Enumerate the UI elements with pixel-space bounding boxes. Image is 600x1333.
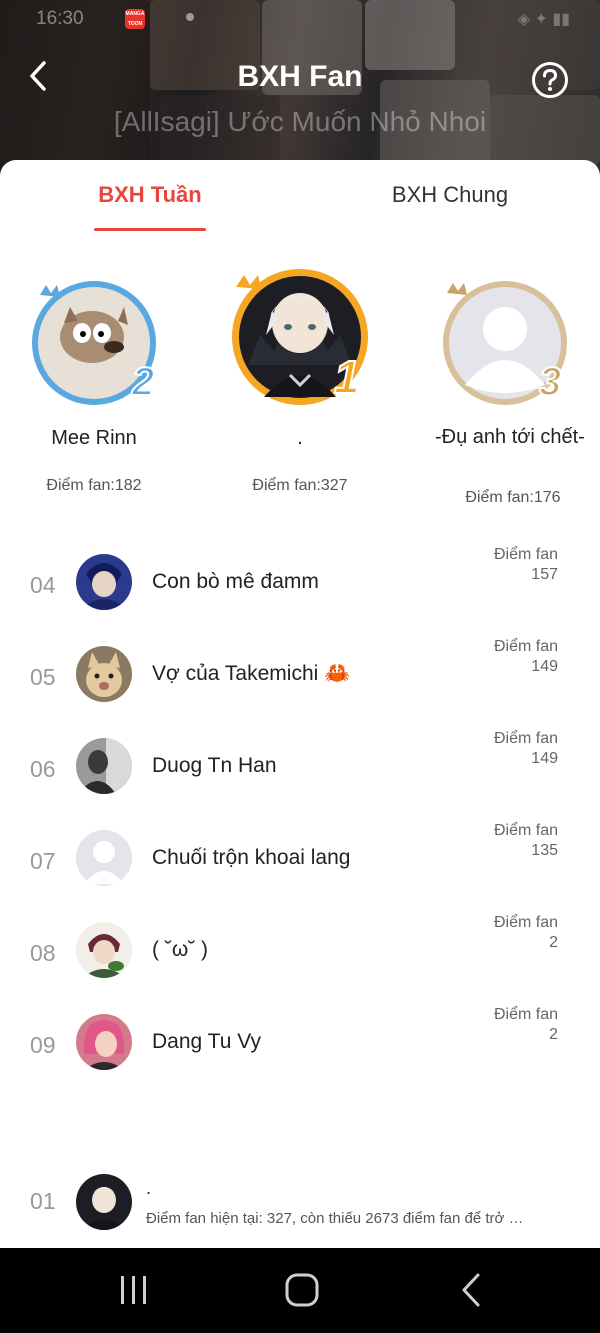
rank-number: 08	[30, 940, 56, 966]
podium-score: Điểm fan:182	[46, 477, 142, 494]
rank-number: 09	[30, 1032, 56, 1058]
row-score-label: Điểm fan	[493, 1006, 558, 1023]
my-rank-bar[interactable]: 01 . Điểm fan hiện tại: 327, còn thiếu 2…	[0, 1160, 600, 1248]
mangatoon-app-icon: MANGA TOON	[125, 9, 145, 29]
question-mark-icon	[532, 62, 568, 98]
podium-avatar: 2	[32, 281, 156, 405]
podium-second[interactable]: 2 Mee Rinn Điểm fan:182	[0, 265, 194, 525]
podium-third[interactable]: 3 -Đụ anh tới chết- Điểm fan:176	[405, 265, 600, 525]
my-username: .	[146, 1178, 152, 1198]
row-score-value: 157	[531, 566, 558, 583]
my-rank-number: 01	[30, 1188, 56, 1214]
row-score-label: Điểm fan	[493, 822, 558, 839]
row-score-label: Điểm fan	[493, 638, 558, 655]
cat-avatar-icon	[76, 646, 132, 702]
row-username: ( ˘ω˘ )	[152, 938, 209, 961]
default-avatar-icon	[76, 830, 132, 886]
tab-overall[interactable]: BXH Chung	[390, 182, 510, 208]
anime-avatar-icon	[76, 554, 132, 610]
rank-3-badge: 3	[539, 360, 561, 404]
podium-avatar: 1	[232, 269, 368, 405]
anime-avatar-icon	[76, 922, 132, 978]
system-navigation-bar	[0, 1248, 600, 1333]
rank-1-badge: 1	[334, 351, 360, 403]
recents-icon	[121, 1276, 146, 1304]
podium-score: Điểm fan:176	[465, 489, 561, 506]
photo-avatar-icon	[76, 738, 132, 794]
rank-number: 07	[30, 848, 56, 874]
list-item[interactable]: 08 ( ˘ω˘ ) Điểm fan 2	[0, 914, 600, 992]
row-username: Duog Tn Han	[152, 754, 277, 777]
row-score-value: 149	[531, 658, 558, 675]
podium-avatar: 3	[443, 281, 567, 405]
row-score-value: 2	[549, 934, 558, 951]
home-button[interactable]	[282, 1272, 322, 1308]
status-bar: 16:30 MANGA TOON ◈ ✦ ▮▮	[0, 0, 600, 36]
system-back-button[interactable]	[452, 1272, 492, 1308]
row-score-label: Điểm fan	[493, 730, 558, 747]
status-time: 16:30	[36, 8, 84, 29]
podium-name: Mee Rinn	[51, 427, 137, 449]
rank-number: 05	[30, 664, 56, 690]
photo-avatar-icon	[76, 1014, 132, 1070]
my-avatar	[76, 1174, 132, 1230]
recents-button[interactable]	[114, 1272, 154, 1308]
list-item[interactable]: 05 Vợ của Takemichi 🦀 Điểm fan 149	[0, 638, 600, 716]
row-score-label: Điểm fan	[493, 914, 558, 931]
back-icon	[462, 1273, 480, 1307]
home-icon	[285, 1273, 319, 1307]
podium-score: Điểm fan:327	[252, 477, 348, 494]
list-item[interactable]: 04 Con bò mê đamm Điểm fan 157	[0, 546, 600, 624]
comic-title: [AllIsagi] Ước Muốn Nhỏ Nhoi	[113, 106, 487, 137]
signal-battery-icon: ◈ ✦ ▮▮	[517, 11, 570, 28]
active-tab-indicator	[94, 228, 206, 231]
help-button[interactable]	[531, 61, 569, 99]
row-score-value: 2	[549, 1026, 558, 1043]
rank-number: 06	[30, 756, 56, 782]
my-score-description: Điểm fan hiện tại: 327, còn thiếu 2673 đ…	[146, 1210, 524, 1227]
page-title: BXH Fan	[237, 60, 363, 93]
row-username: Vợ của Takemichi 🦀	[152, 662, 351, 685]
list-item[interactable]: 06 Duog Tn Han Điểm fan 149	[0, 730, 600, 808]
podium-name: .	[297, 427, 303, 449]
row-username: Con bò mê đamm	[152, 570, 319, 593]
row-score-label: Điểm fan	[493, 546, 558, 563]
podium-name: -Đụ anh tới chết-	[435, 426, 585, 448]
podium-first[interactable]: 1 . Điểm fan:327	[200, 265, 400, 525]
list-item[interactable]: 09 Dang Tu Vy Điểm fan 2	[0, 1006, 600, 1084]
row-username: Dang Tu Vy	[152, 1030, 261, 1053]
row-score-value: 135	[531, 842, 558, 859]
rank-2-badge: 2	[131, 360, 154, 404]
leaderboard-card: BXH Tuần BXH Chung 2 Mee Rinn Điểm fan:1…	[0, 160, 600, 1250]
rank-number: 04	[30, 572, 56, 598]
row-username: Chuối trộn khoai lang	[152, 846, 351, 869]
tab-weekly[interactable]: BXH Tuần	[94, 182, 206, 208]
row-score-value: 149	[531, 750, 558, 767]
list-item[interactable]: 07 Chuối trộn khoai lang Điểm fan 135	[0, 822, 600, 900]
notification-dot-icon	[186, 13, 194, 21]
